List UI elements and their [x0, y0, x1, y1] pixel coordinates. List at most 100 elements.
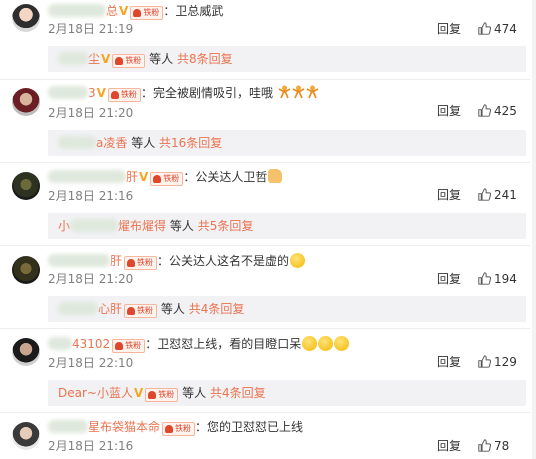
v-badge-icon: V — [133, 386, 144, 400]
comment-header: 肝铁粉 ：公关达人这名不是虚的 — [48, 253, 306, 270]
fan-badge-icon: 铁粉 — [130, 6, 164, 20]
reply-button[interactable]: 回复 — [437, 439, 461, 453]
thumbs-up-icon — [478, 272, 492, 285]
reply-thread[interactable]: 尘V 铁粉 等人 共8条回复 — [48, 46, 526, 72]
reply-thread[interactable]: a凌香 等人 共16条回复 — [48, 130, 526, 156]
comment-time: 2月18日 21:20 — [48, 106, 134, 120]
like-button[interactable]: 194 — [478, 272, 517, 286]
reply-thread-suffix: 等人 — [160, 302, 185, 316]
username-link[interactable]: 肝 — [126, 170, 138, 184]
comment-header: 43102 铁粉 ：卫怼怼上线，看的目瞪口呆 — [48, 336, 350, 353]
reply-thread-names[interactable]: 心肝 — [98, 302, 122, 316]
reply-thread-names-prefix[interactable]: 小 — [58, 219, 70, 233]
reply-thread[interactable]: 心肝 铁粉 等人 共4条回复 — [48, 296, 526, 322]
comment-text: ：完全被剧情吸引，哇哦 — [140, 86, 273, 100]
thumbs-up-icon — [478, 355, 492, 368]
comment-time: 2月18日 21:19 — [48, 22, 134, 36]
thumbs-up-icon — [478, 22, 492, 35]
comment-text: ：公关达人卫哲 — [183, 170, 268, 184]
username-link[interactable]: 3 — [88, 86, 96, 100]
reply-button[interactable]: 回复 — [437, 22, 461, 36]
divider — [0, 79, 530, 80]
v-badge-icon: V — [119, 4, 129, 18]
reply-thread-count[interactable]: 共5条回复 — [198, 219, 254, 233]
like-button[interactable]: 129 — [478, 355, 517, 369]
like-count: 474 — [494, 22, 517, 36]
avatar[interactable] — [12, 4, 40, 32]
like-button[interactable]: 241 — [478, 188, 517, 202]
crying-emoji-icon — [318, 336, 334, 351]
like-button[interactable]: 474 — [478, 22, 517, 36]
reply-thread-suffix: 等人 — [131, 136, 156, 150]
avatar[interactable] — [12, 256, 40, 284]
reply-thread-summary: 心肝 铁粉 等人 共4条回复 — [58, 301, 244, 318]
reply-button[interactable]: 回复 — [437, 188, 461, 202]
comment-header: 总V 铁粉 ：卫总威武 — [48, 3, 224, 20]
comment-text: ：公关达人这名不是虚的 — [157, 254, 290, 268]
reply-thread-names[interactable]: 燿布燿得 — [118, 219, 166, 233]
thumbs-up-icon — [478, 439, 492, 452]
avatar[interactable] — [12, 172, 40, 200]
fan-badge-icon: 铁粉 — [124, 256, 158, 270]
reply-thread-suffix: 等人 — [182, 386, 207, 400]
blurred-username — [48, 254, 110, 267]
laughing-emoji-icon — [290, 253, 306, 268]
blurred-username — [70, 219, 119, 232]
like-count: 194 — [494, 272, 517, 286]
blurred-username — [48, 86, 88, 99]
reply-thread-count[interactable]: 共4条回复 — [189, 302, 245, 316]
reply-thread-names[interactable]: 尘 — [88, 52, 100, 66]
comment-text: ：卫怼怼上线，看的目瞪口呆 — [145, 337, 302, 351]
username-link[interactable]: 总 — [106, 4, 118, 18]
divider — [0, 162, 530, 163]
v-badge-icon: V — [96, 86, 106, 100]
avatar[interactable] — [12, 422, 40, 450]
reply-thread[interactable]: 小 燿布燿得 等人 共5条回复 — [48, 213, 526, 239]
username-link[interactable]: 星布袋猫本命 — [88, 420, 160, 434]
reply-thread-count[interactable]: 共4条回复 — [210, 386, 266, 400]
thumbs-up-icon — [478, 104, 492, 117]
like-count: 241 — [494, 188, 517, 202]
comment-time: 2月18日 21:16 — [48, 439, 134, 453]
comment-time: 2月18日 21:20 — [48, 272, 134, 286]
username-link[interactable]: 43102 — [72, 337, 110, 351]
reply-thread-count[interactable]: 共8条回复 — [177, 52, 233, 66]
v-badge-icon: V — [139, 170, 149, 184]
blurred-username — [48, 420, 88, 433]
like-button[interactable]: 425 — [478, 104, 517, 118]
divider — [0, 412, 530, 413]
reply-thread-summary: 小 燿布燿得 等人 共5条回复 — [58, 218, 253, 234]
blurred-username — [58, 136, 96, 149]
reply-thread-summary: 尘V 铁粉 等人 共8条回复 — [58, 51, 233, 68]
blurred-username — [58, 302, 98, 315]
fan-badge-icon: 铁粉 — [150, 172, 184, 186]
reply-thread-suffix: 等人 — [169, 219, 194, 233]
cheer-emoji-icon — [306, 85, 319, 99]
like-count: 425 — [494, 104, 517, 118]
fan-badge-icon: 铁粉 — [145, 388, 179, 402]
reply-thread-suffix: 等人 — [149, 52, 174, 66]
avatar[interactable] — [12, 88, 40, 116]
cheer-emoji-icon — [278, 85, 291, 99]
crying-emoji-icon — [302, 336, 318, 351]
scrollbar[interactable] — [532, 0, 536, 459]
reply-thread-names[interactable]: a凌香 — [96, 136, 127, 150]
reply-thread-count[interactable]: 共16条回复 — [159, 136, 222, 150]
reply-thread-names[interactable]: Dear~小蓝人 — [58, 386, 133, 400]
username-link[interactable]: 肝 — [110, 254, 122, 268]
reply-thread-summary: Dear~小蓝人V 铁粉 等人 共4条回复 — [58, 385, 266, 402]
blurred-username — [48, 4, 106, 17]
v-badge-icon: V — [101, 52, 111, 66]
comment-text: ：卫总威武 — [163, 4, 224, 18]
reply-button[interactable]: 回复 — [437, 355, 461, 369]
comment-header: 3V 铁粉 ：完全被剧情吸引，哇哦 — [48, 85, 319, 102]
fan-badge-icon: 铁粉 — [162, 422, 196, 436]
like-button[interactable]: 78 — [478, 439, 509, 453]
comment-text: ：您的卫怼怼已上线 — [195, 420, 304, 434]
avatar[interactable] — [12, 338, 40, 366]
reply-button[interactable]: 回复 — [437, 104, 461, 118]
reply-thread[interactable]: Dear~小蓝人V 铁粉 等人 共4条回复 — [48, 380, 526, 406]
comment-header: 星布袋猫本命 铁粉 ：您的卫怼怼已上线 — [48, 419, 304, 436]
reply-button[interactable]: 回复 — [437, 272, 461, 286]
fan-badge-icon: 铁粉 — [112, 339, 146, 353]
